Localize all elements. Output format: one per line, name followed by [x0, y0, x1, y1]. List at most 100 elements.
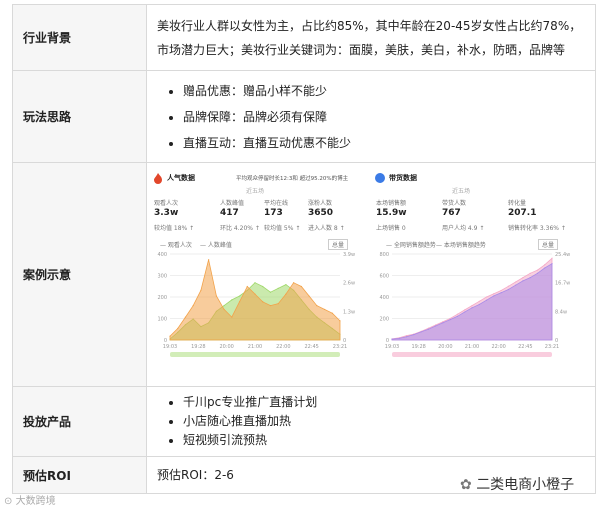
data-point	[231, 299, 233, 301]
data-point	[471, 307, 473, 309]
stat-value: 417	[220, 208, 239, 218]
x-tick-label: 19:28	[191, 344, 205, 350]
y-tick-label: 300	[157, 274, 167, 280]
x-tick-label: 22:45	[518, 344, 532, 350]
y2-tick-label: 16.7w	[555, 281, 570, 287]
row-value: 美妆行业人群以女性为主，占比约85%，其中年龄在20-45岁女性占比约78%， …	[146, 4, 596, 71]
data-point	[507, 288, 509, 291]
data-point	[427, 328, 429, 330]
x-tick-label: 23:21	[333, 344, 347, 350]
data-point	[215, 295, 217, 297]
y-tick-label: 100	[157, 317, 167, 323]
data-point	[522, 277, 524, 279]
stat-label: 人数峰值	[220, 200, 245, 207]
data-point	[177, 327, 179, 330]
x-tick-label: 21:00	[248, 344, 262, 350]
data-point	[456, 313, 459, 315]
data-point	[405, 336, 408, 338]
x-tick-label: 20:00	[219, 344, 233, 350]
sales-icon	[375, 173, 385, 183]
row-label: 案例示意	[12, 162, 147, 387]
watermark-text: 大数跨境	[15, 496, 56, 507]
data-point	[522, 280, 524, 282]
row-industry: 行业背景 美妆行业人群以女性为主，占比约85%，其中年龄在20-45岁女性占比约…	[12, 4, 596, 71]
x-tick-label: 20:00	[438, 344, 452, 350]
data-point	[500, 289, 502, 292]
data-point	[529, 272, 531, 274]
data-point	[269, 291, 272, 293]
data-point	[442, 322, 444, 324]
y2-tick-label: 8.4w	[555, 309, 567, 315]
y-tick-label: 200	[379, 317, 389, 323]
panel-title: 人气数据	[167, 174, 195, 182]
data-point	[184, 316, 187, 318]
data-point	[323, 308, 326, 311]
data-point	[413, 334, 415, 336]
stat-value: 3650	[308, 208, 334, 218]
list-item: 直播互动：直播互动优惠不能少	[183, 130, 585, 156]
data-point	[464, 309, 466, 311]
data-point	[223, 305, 225, 307]
list-item: 短视频引流预热	[183, 431, 585, 450]
range-tab[interactable]: 近五场	[452, 186, 470, 195]
row-strategy: 玩法思路 赠品优惠：赠品小样不能少 品牌保障：品牌必须有保障 直播互动：直播互动…	[12, 70, 596, 163]
data-point	[515, 284, 517, 286]
row-label: 投放产品	[12, 386, 147, 457]
data-point	[285, 293, 287, 295]
data-point	[277, 287, 279, 289]
stat-sub: 环比 4.20% ↑	[220, 225, 260, 232]
data-point	[500, 292, 502, 294]
data-point	[485, 299, 488, 301]
x-tick-label: 22:45	[304, 344, 318, 350]
y-tick-label: 200	[157, 295, 167, 301]
wechat-icon: ✿	[460, 477, 472, 493]
text-line: 美妆行业人群以女性为主，占比约85%，其中年龄在20-45岁女性占比约78%，	[157, 18, 582, 33]
data-point	[300, 285, 302, 288]
list-item: 小店随心推直播加热	[183, 412, 585, 431]
data-point	[536, 269, 539, 271]
data-point	[478, 300, 480, 302]
data-point	[398, 337, 400, 339]
list-item: 品牌保障：品牌必须有保障	[183, 104, 585, 130]
data-point	[254, 293, 256, 295]
data-point	[529, 277, 531, 279]
stat-sub: 较均值 5% ↑	[264, 225, 301, 232]
row-value: 千川pc专业推广直播计划 小店随心推直播加热 短视频引流预热	[146, 386, 596, 457]
stat-value: 3.3w	[154, 208, 179, 218]
stat-label: 转化量	[508, 200, 527, 207]
row-value: 赠品优惠：赠品小样不能少 品牌保障：品牌必须有保障 直播互动：直播互动优惠不能少	[146, 70, 596, 163]
data-point	[293, 282, 295, 284]
y-tick-label: 600	[379, 274, 389, 280]
x-tick-label: 22:00	[491, 344, 505, 350]
area-series-1	[169, 259, 341, 341]
text-line: 市场潜力巨大；美妆行业关键词为：面膜，美肤，美白，补水，防晒，品牌等	[157, 42, 566, 57]
data-point	[515, 281, 517, 283]
data-point	[544, 264, 546, 266]
data-point	[551, 263, 553, 265]
data-point	[391, 338, 393, 340]
panel-note: 平均观众停留时长12:3和 超过95.20%的博主	[236, 176, 349, 182]
stat-label: 平均在线	[264, 200, 289, 207]
y-tick-label: 800	[379, 252, 389, 258]
data-point	[254, 282, 256, 284]
x-tick-label: 19:28	[411, 344, 425, 350]
stat-label: 带货人数	[442, 200, 467, 207]
x-tick-label: 23:21	[545, 344, 559, 350]
range-scrollbar[interactable]	[392, 352, 552, 357]
y-tick-label: 400	[157, 252, 167, 258]
data-point	[223, 308, 225, 311]
x-tick-label: 19:03	[163, 344, 177, 350]
data-point	[449, 317, 451, 320]
sales-chart: 800600400200025.4w16.7w8.4w019:03 19:28 20…	[379, 252, 570, 357]
watermark-right: ✿ 二类电商小橙子	[460, 474, 574, 494]
watermark-text: 二类电商小橙子	[476, 477, 575, 493]
stat-label: 涨粉人数	[308, 200, 333, 207]
data-point	[208, 259, 210, 261]
data-point	[464, 311, 466, 313]
range-scrollbar[interactable]	[170, 352, 340, 357]
data-point	[285, 283, 287, 286]
data-point	[238, 295, 241, 297]
y2-tick-label: 25.4w	[555, 252, 570, 258]
range-tab[interactable]: 近五场	[246, 186, 264, 195]
row-label: 行业背景	[12, 4, 147, 71]
